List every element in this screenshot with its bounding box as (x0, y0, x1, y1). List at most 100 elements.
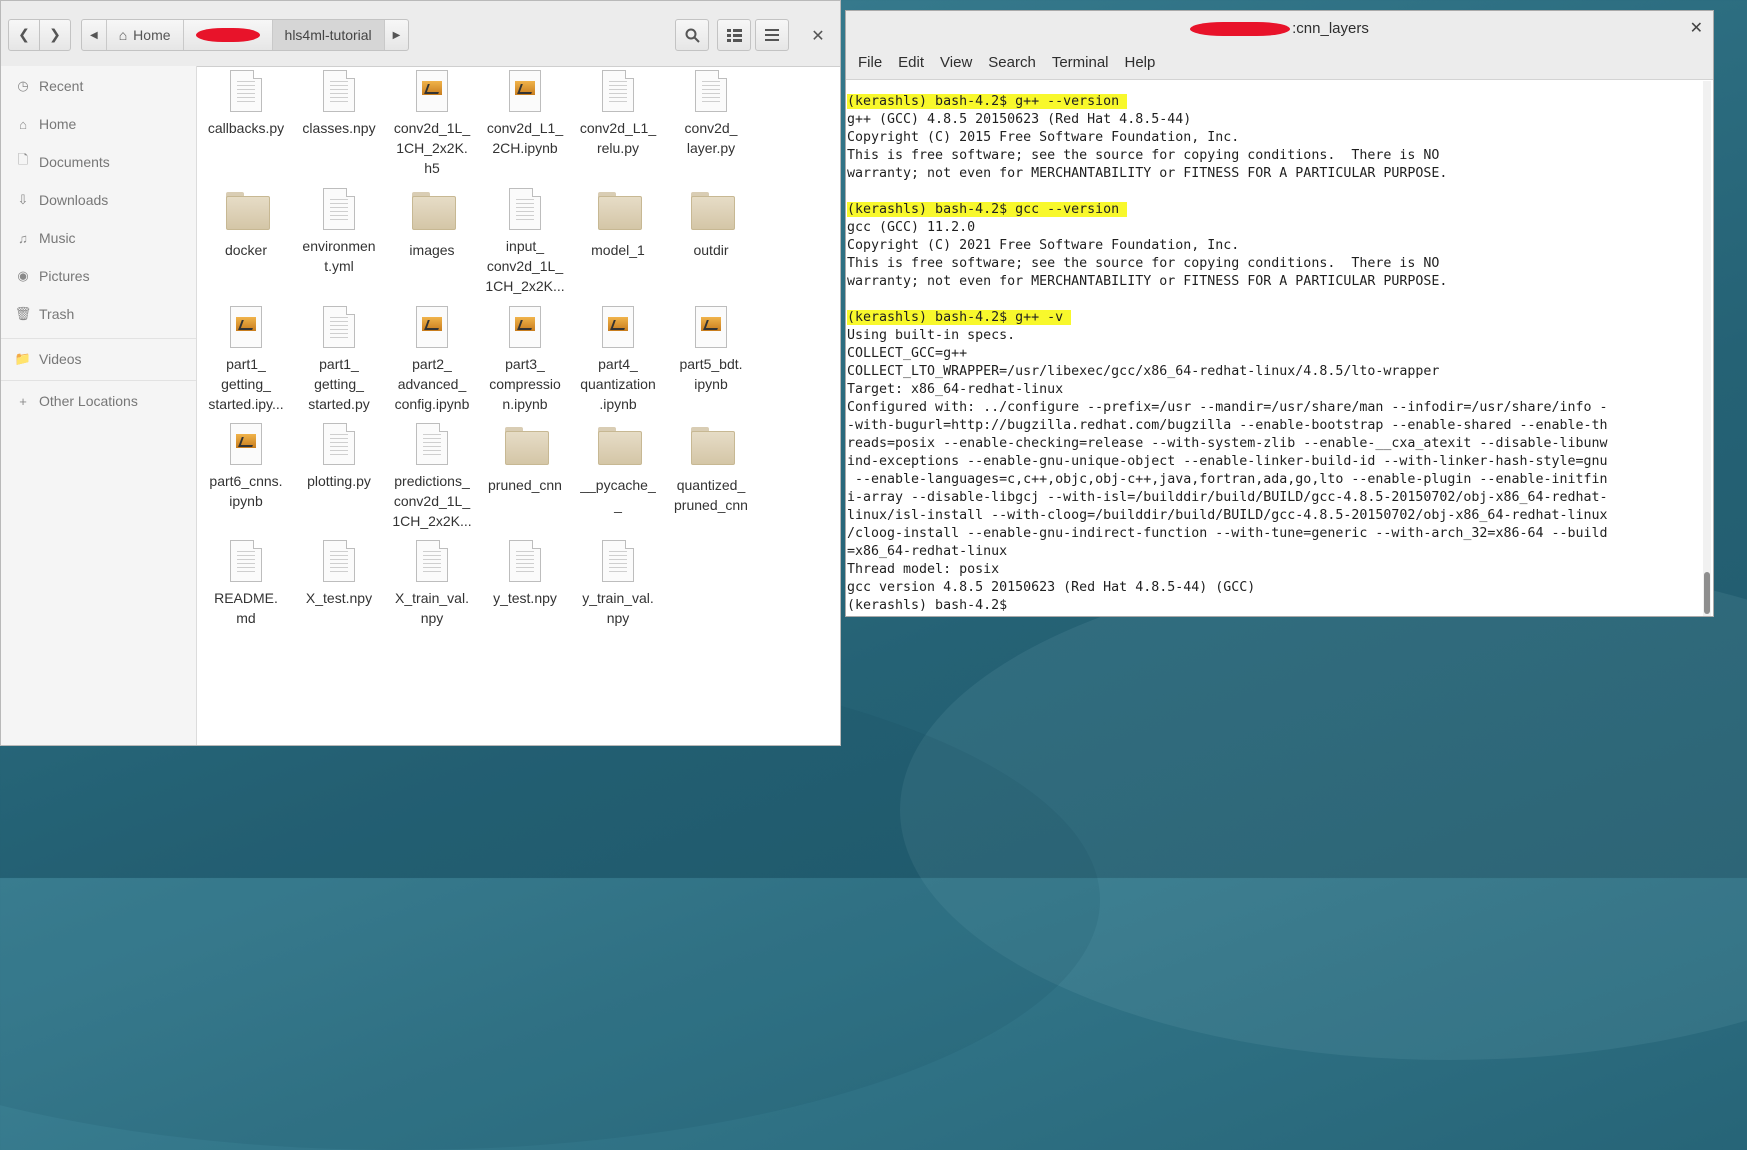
breadcrumb-home[interactable]: ⌂ Home (107, 20, 184, 50)
close-icon: ✕ (811, 25, 825, 45)
breadcrumb-current[interactable]: hls4ml-tutorial (272, 20, 385, 50)
sidebar-item-home[interactable]: ⌂ Home (15, 112, 76, 136)
file-item[interactable]: part2_ advanced_ config.ipynb (383, 306, 481, 414)
sidebar-item-videos[interactable]: 📁 Videos (15, 347, 82, 371)
menu-terminal[interactable]: Terminal (1052, 54, 1109, 71)
terminal-line: This is free software; see the source fo… (847, 255, 1702, 273)
file-item[interactable]: pruned_cnn (476, 423, 574, 495)
file-item[interactable]: README. md (197, 540, 295, 628)
menu-file[interactable]: File (858, 54, 882, 71)
terminal-text: warranty; not even for MERCHANTABILITY o… (847, 166, 1448, 181)
scrollbar-thumb[interactable] (1704, 572, 1710, 614)
file-item[interactable]: classes.npy (290, 70, 388, 138)
sidebar-divider (1, 380, 196, 381)
search-button[interactable] (675, 19, 709, 51)
terminal-close-button[interactable]: ✕ (1690, 18, 1703, 37)
sidebar-item-music[interactable]: ♫ Music (15, 226, 75, 250)
sidebar-item-downloads[interactable]: ⇩ Downloads (15, 188, 109, 212)
terminal-line: (kerashls) bash-4.2$ g++ -v (847, 309, 1702, 327)
file-item[interactable]: conv2d_1L_ 1CH_2x2K. h5 (383, 70, 481, 178)
file-item[interactable]: conv2d_ layer.py (662, 70, 760, 158)
terminal-titlebar: :cnn_layers (846, 11, 1713, 46)
sidebar-item-label: Trash (39, 306, 75, 322)
terminal-scrollbar[interactable] (1703, 81, 1711, 616)
file-item[interactable]: callbacks.py (197, 70, 295, 138)
terminal-line: Copyright (C) 2015 Free Software Foundat… (847, 129, 1702, 147)
file-name: docker (224, 242, 268, 258)
sidebar-item-documents[interactable]: 🗋 Documents (15, 150, 110, 174)
file-name: part5_bdt. (679, 356, 743, 372)
file-item[interactable]: outdir (662, 188, 760, 260)
file-item[interactable]: part5_bdt. ipynb (662, 306, 760, 394)
terminal-output[interactable]: (kerashls) bash-4.2$ g++ --version g++ (… (847, 93, 1702, 623)
sidebar-item-recent[interactable]: ◷ Recent (15, 74, 83, 98)
file-item[interactable]: part6_cnns. ipynb (197, 423, 295, 511)
terminal-line: /cloog-install --enable-gnu-indirect-fun… (847, 525, 1702, 543)
terminal-line: Using built-in specs. (847, 327, 1702, 345)
terminal-text: Copyright (C) 2021 Free Software Foundat… (847, 238, 1240, 253)
terminal-text: gcc (GCC) 11.2.0 (847, 220, 976, 235)
breadcrumb-scroll-right[interactable]: ▶ (385, 20, 409, 50)
close-button[interactable]: ✕ (805, 19, 831, 51)
file-item[interactable]: part1_ getting_ started.ipy... (197, 306, 295, 414)
file-item[interactable]: y_train_val. npy (569, 540, 667, 628)
menu-help[interactable]: Help (1125, 54, 1156, 71)
file-name: callbacks.py (207, 120, 285, 136)
file-name: model_1 (591, 242, 645, 258)
file-item[interactable]: docker (197, 188, 295, 260)
file-item[interactable]: part1_ getting_ started.py (290, 306, 388, 414)
file-item[interactable]: y_test.npy (476, 540, 574, 608)
file-name: relu.py (596, 140, 640, 156)
notebook-file-icon (412, 306, 452, 350)
forward-button[interactable]: ❯ (39, 19, 71, 51)
menu-view[interactable]: View (940, 54, 972, 71)
file-name: 2CH.ipynb (492, 140, 558, 156)
sidebar-item-other-locations[interactable]: + Other Locations (15, 389, 138, 413)
file-item[interactable]: model_1 (569, 188, 667, 260)
terminal-text: --enable-languages=c,c++,objc,obj-c++,ja… (847, 472, 1608, 487)
breadcrumb-user[interactable] (184, 20, 273, 50)
terminal-text: g++ (GCC) 4.8.5 20150623 (Red Hat 4.8.5-… (847, 112, 1192, 127)
terminal-line: --enable-languages=c,c++,objc,obj-c++,ja… (847, 471, 1702, 489)
file-name: advanced_ (397, 376, 467, 392)
file-name: started.ipy... (208, 396, 284, 412)
terminal-text: i-array --disable-libgcj --with-isl=/bui… (847, 490, 1608, 505)
file-item[interactable]: plotting.py (290, 423, 388, 491)
terminal-text: COLLECT_GCC=g++ (847, 346, 968, 361)
file-item[interactable]: images (383, 188, 481, 260)
breadcrumb-scroll-left[interactable]: ◀ (82, 20, 107, 50)
file-item[interactable]: conv2d_L1_ 2CH.ipynb (476, 70, 574, 158)
menu-button[interactable] (755, 19, 789, 51)
file-name: 1CH_2x2K... (485, 278, 565, 294)
file-item[interactable]: environmen t.yml (290, 188, 388, 276)
file-item[interactable]: quantized_ pruned_cnn (662, 423, 760, 515)
file-item[interactable]: conv2d_L1_ relu.py (569, 70, 667, 158)
menu-edit[interactable]: Edit (898, 54, 924, 71)
file-item[interactable]: predictions_ conv2d_1L_ 1CH_2x2K... (383, 423, 481, 531)
view-toggle-button[interactable] (717, 19, 751, 51)
file-name: t.yml (324, 258, 354, 274)
terminal-line: gcc (GCC) 11.2.0 (847, 219, 1702, 237)
view-toggle-icon (726, 28, 742, 42)
file-name: conv2d_ (684, 120, 738, 136)
file-item[interactable]: X_train_val. npy (383, 540, 481, 628)
sidebar-item-label: Downloads (39, 192, 109, 208)
file-item[interactable]: part4_ quantization .ipynb (569, 306, 667, 414)
terminal-line: Target: x86_64-redhat-linux (847, 381, 1702, 399)
menu-search[interactable]: Search (988, 54, 1036, 71)
redacted-hostname (1190, 21, 1291, 36)
file-manager-window: ❮ ❯ ◀ ⌂ Home hls4ml-tutorial ▶ ✕ ◷ Recen… (0, 0, 841, 746)
file-item[interactable]: part3_ compressio n.ipynb (476, 306, 574, 414)
sidebar-item-trash[interactable]: 🗑 Trash (15, 302, 75, 326)
back-button[interactable]: ❮ (8, 19, 40, 51)
terminal-text: /cloog-install --enable-gnu-indirect-fun… (847, 526, 1608, 541)
file-name: conv2d_1L_ (393, 493, 471, 509)
sidebar-item-pictures[interactable]: ◉ Pictures (15, 264, 89, 288)
highlighted-command: (kerashls) bash-4.2$ g++ -v (847, 310, 1072, 325)
file-name: _ (614, 497, 622, 513)
terminal-line: warranty; not even for MERCHANTABILITY o… (847, 165, 1702, 183)
file-item[interactable]: __pycache_ _ (569, 423, 667, 515)
file-item[interactable]: X_test.npy (290, 540, 388, 608)
file-item[interactable]: input_ conv2d_1L_ 1CH_2x2K... (476, 188, 574, 296)
file-name: pruned_cnn (674, 497, 748, 513)
